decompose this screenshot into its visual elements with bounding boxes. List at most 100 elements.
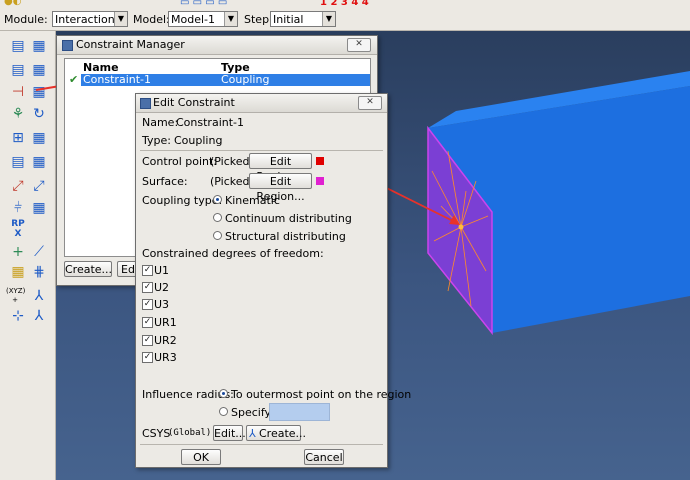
csys-label: CSYS	[142, 427, 171, 440]
radio-specify[interactable]	[219, 407, 228, 416]
row-name: Constraint-1	[83, 73, 151, 86]
dof-label-u2: U2	[154, 281, 170, 294]
dof-checkbox-ur1[interactable]: ✓	[142, 317, 153, 328]
reference-point-icon[interactable]: RP X	[9, 219, 27, 239]
close-icon[interactable]: ✕	[358, 96, 382, 110]
section-manager-icon[interactable]: ▦	[30, 129, 48, 147]
control-point-label: Control point:	[142, 155, 218, 168]
surface-label: Surface:	[142, 175, 188, 188]
top-toolbar: ●◐ ▭ ▭ ▭ ▭ 1 2 3 4 4	[0, 0, 690, 10]
chevron-down-icon[interactable]: ▼	[224, 12, 237, 26]
table-row[interactable]: ✔ Constraint-1 Coupling	[65, 73, 370, 87]
module-label: Module:	[4, 13, 48, 26]
name-value: Constraint-1	[176, 116, 244, 129]
csys-edit-button[interactable]: Edit...	[213, 425, 246, 441]
dof-checkbox-u2[interactable]: ✓	[142, 282, 153, 293]
interaction-create-icon[interactable]: ▤	[9, 37, 27, 55]
wire-manager-icon[interactable]: ▦	[30, 153, 48, 171]
edit-constraint-titlebar[interactable]: Edit Constraint ✕	[136, 94, 387, 113]
dof-checkbox-ur2[interactable]: ✓	[142, 335, 153, 346]
model-combobox[interactable]: Model-1 ▼	[168, 11, 238, 27]
chevron-down-icon[interactable]: ▼	[322, 12, 335, 26]
dof-checkbox-ur3[interactable]: ✓	[142, 352, 153, 363]
control-point-edit-region-button[interactable]: Edit Region...	[249, 153, 312, 183]
model-label: Model:	[133, 13, 170, 26]
dof-checkbox-u1[interactable]: ✓	[142, 265, 153, 276]
surface-edit-region-button[interactable]: Edit Region...	[249, 173, 312, 203]
dof-label-ur2: UR2	[154, 334, 177, 347]
dof-label-u1: U1	[154, 264, 170, 277]
csys-icon[interactable]: ⅄	[30, 287, 48, 305]
constraint-manager-titlebar[interactable]: Constraint Manager ✕	[57, 36, 377, 55]
fastener-manager-icon[interactable]: ▦	[30, 199, 48, 217]
radio-kinematic[interactable]	[213, 195, 222, 204]
wire-create-icon[interactable]: ▤	[9, 153, 27, 171]
csys-value: (Global)	[168, 428, 212, 438]
module-combobox[interactable]: Interaction ▼	[52, 11, 128, 27]
surface-status: (Picked)	[210, 175, 254, 188]
attachment-icon[interactable]: ⤢	[30, 177, 48, 195]
step-label: Step:	[244, 13, 273, 26]
coupling-type-label: Coupling type:	[142, 194, 223, 207]
cancel-button[interactable]: Cancel	[304, 449, 344, 465]
connector-manager-icon[interactable]: ↻	[30, 105, 48, 123]
window-icon	[140, 98, 151, 109]
edit-button[interactable]: Ed	[117, 261, 137, 277]
dof-label-ur3: UR3	[154, 351, 177, 364]
constraint-create-icon[interactable]: ⊣	[9, 83, 27, 101]
section-create-icon[interactable]: ⊞	[9, 129, 27, 147]
datum-csys-icon[interactable]: (XYZ) +	[6, 287, 26, 305]
type-label: Type:	[142, 134, 171, 147]
close-icon[interactable]: ✕	[347, 38, 371, 52]
context-bar: Module: Interaction ▼ Model: Model-1 ▼ S…	[0, 10, 690, 31]
dof-label: Constrained degrees of freedom:	[142, 247, 324, 260]
triad-icon[interactable]: ⅄	[30, 307, 48, 325]
constraint-manager-title: Constraint Manager	[76, 38, 185, 51]
partition-icon[interactable]: ⋕	[30, 263, 48, 281]
type-value: Coupling	[174, 134, 223, 147]
datum-point-icon[interactable]: ⊹	[9, 307, 27, 325]
chevron-down-icon[interactable]: ▼	[114, 12, 127, 26]
toolbox: ▤ ▦ ▤ ▦ ⊣ ▦ ⚘ ↻ ⊞ ▦ ▤ ▦ ⤢ ⤢ ⫩ ▦ RP X + ⟋ …	[0, 31, 56, 480]
control-point-swatch	[316, 157, 324, 165]
interaction-manager-icon[interactable]: ▦	[30, 37, 48, 55]
fastener-icon[interactable]: ⫩	[9, 199, 27, 217]
row-type: Coupling	[221, 73, 270, 86]
influence-option-outermost: To outermost point on the region	[231, 388, 412, 401]
datum-plane-icon[interactable]: ▦	[9, 263, 27, 281]
step-number-icons[interactable]: 1 2 3 4 4	[320, 0, 369, 8]
radio-outermost[interactable]	[219, 389, 228, 398]
control-point-marker	[458, 224, 464, 230]
surface-swatch	[316, 177, 324, 185]
dof-label-u3: U3	[154, 298, 170, 311]
csys-create-button[interactable]: ⅄ Create...	[246, 425, 306, 441]
rp-text: RP	[11, 219, 25, 229]
separator	[140, 444, 383, 445]
open-icon[interactable]: ●◐	[4, 0, 21, 7]
connector-icon[interactable]: ⚘	[9, 105, 27, 123]
name-label: Name:	[142, 116, 179, 129]
dof-checkbox-u3[interactable]: ✓	[142, 299, 153, 310]
edit-constraint-title: Edit Constraint	[153, 96, 235, 109]
radio-structural-distributing[interactable]	[213, 231, 222, 240]
view-tool-icons[interactable]: ▭ ▭ ▭ ▭	[180, 0, 227, 8]
property-create-icon[interactable]: ▤	[9, 61, 27, 79]
csys-create-icon: ⅄	[249, 427, 256, 440]
specify-radius-input[interactable]	[269, 403, 330, 421]
model-value: Model-1	[171, 13, 215, 26]
plus-icon[interactable]: +	[9, 243, 27, 261]
step-value: Initial	[273, 13, 304, 26]
datum-axis-icon[interactable]: ⟋	[30, 243, 48, 261]
module-value: Interaction	[55, 13, 115, 26]
radio-continuum-distributing[interactable]	[213, 213, 222, 222]
coupling-option-structural: Structural distributing	[225, 230, 346, 243]
xyz-text: (XYZ)	[6, 287, 26, 295]
ok-button[interactable]: OK	[181, 449, 221, 465]
coupling-option-continuum: Continuum distributing	[225, 212, 352, 225]
step-combobox[interactable]: Initial ▼	[270, 11, 336, 27]
checkmark-icon: ✔	[69, 73, 79, 86]
edit-constraint-dialog: Edit Constraint ✕ Name: Constraint-1 Typ…	[135, 93, 411, 468]
influence-option-specify: Specify:	[231, 406, 274, 419]
line-icon[interactable]: ⤢	[9, 177, 27, 195]
create-button[interactable]: Create...	[64, 261, 112, 277]
